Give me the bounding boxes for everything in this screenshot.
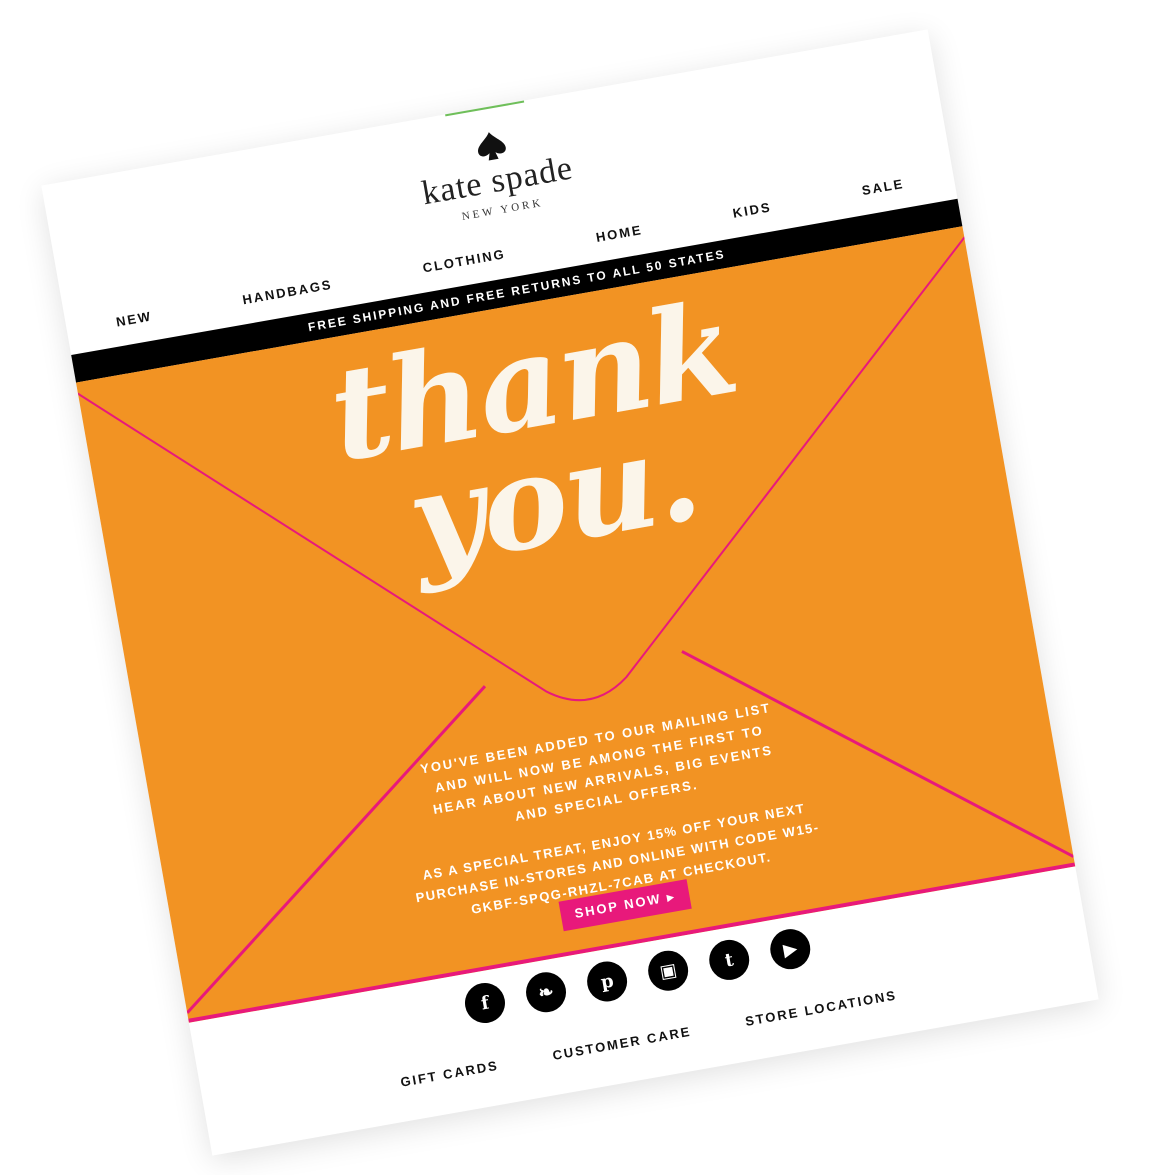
- twitter-icon[interactable]: ❧: [522, 969, 570, 1016]
- nav-item-home[interactable]: HOME: [595, 222, 644, 245]
- footer-link-customer-care[interactable]: CUSTOMER CARE: [551, 1024, 692, 1063]
- top-accent-line: [445, 100, 525, 117]
- youtube-icon[interactable]: ▶: [767, 925, 814, 973]
- nav-item-kids[interactable]: KIDS: [732, 199, 773, 221]
- nav-item-clothing[interactable]: CLOTHING: [422, 246, 507, 275]
- email-card: kate spade NEW YORK NEW HANDBAGS CLOTHIN…: [41, 29, 1099, 1156]
- nav-item-handbags[interactable]: HANDBAGS: [241, 277, 333, 308]
- nav-item-sale[interactable]: SALE: [861, 176, 906, 198]
- pinterest-icon[interactable]: p: [583, 958, 631, 1005]
- footer-link-gift-cards[interactable]: GIFT CARDS: [399, 1058, 500, 1090]
- facebook-icon[interactable]: f: [461, 979, 509, 1027]
- spade-logo-icon: [478, 132, 506, 161]
- tumblr-icon[interactable]: t: [706, 936, 753, 984]
- nav-item-new[interactable]: NEW: [115, 309, 153, 330]
- instagram-icon[interactable]: ▣: [644, 947, 692, 994]
- footer-link-store-locations[interactable]: STORE LOCATIONS: [744, 987, 898, 1028]
